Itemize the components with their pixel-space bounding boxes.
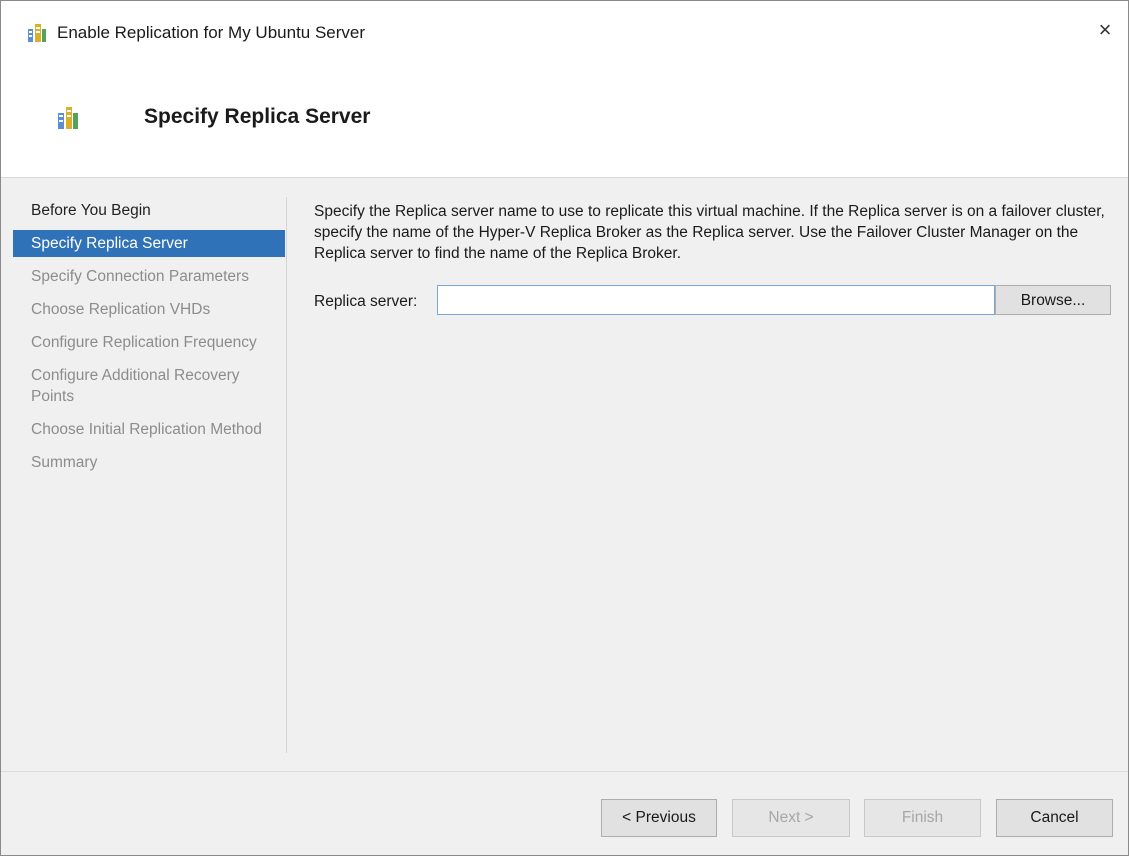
- replication-app-icon: [27, 23, 47, 43]
- page-title: Specify Replica Server: [144, 105, 371, 128]
- cancel-button[interactable]: Cancel: [996, 799, 1113, 837]
- replica-server-input[interactable]: [437, 285, 995, 315]
- nav-step-specify-replica-server[interactable]: Specify Replica Server: [13, 230, 285, 257]
- previous-button[interactable]: < Previous: [601, 799, 717, 837]
- window-title: Enable Replication for My Ubuntu Server: [57, 23, 366, 42]
- wizard-window: Enable Replication for My Ubuntu Server …: [0, 0, 1129, 856]
- next-button[interactable]: Next >: [732, 799, 850, 837]
- title-bar: Enable Replication for My Ubuntu Server …: [1, 1, 1128, 69]
- page-header: Specify Replica Server: [1, 69, 1128, 178]
- finish-button[interactable]: Finish: [864, 799, 981, 837]
- nav-step-choose-initial-replication-method[interactable]: Choose Initial Replication Method: [13, 416, 285, 443]
- replica-server-row: Replica server: Browse...: [314, 285, 1114, 317]
- nav-step-configure-replication-frequency[interactable]: Configure Replication Frequency: [13, 329, 285, 356]
- main-content: Specify the Replica server name to use t…: [314, 201, 1111, 315]
- wizard-steps-nav: Before You Begin Specify Replica Server …: [13, 197, 285, 482]
- nav-step-specify-connection-parameters[interactable]: Specify Connection Parameters: [13, 263, 285, 290]
- nav-divider: [286, 197, 287, 753]
- step-description: Specify the Replica server name to use t…: [314, 203, 1105, 262]
- close-icon: ×: [1098, 17, 1112, 42]
- replication-server-icon: [57, 106, 79, 130]
- replica-server-label: Replica server:: [314, 293, 418, 310]
- nav-step-summary[interactable]: Summary: [13, 449, 285, 476]
- nav-step-configure-additional-recovery-points[interactable]: Configure Additional Recovery Points: [13, 362, 285, 410]
- browse-button[interactable]: Browse...: [995, 285, 1111, 315]
- close-button[interactable]: ×: [1090, 15, 1120, 45]
- footer-divider: [1, 771, 1128, 772]
- nav-step-choose-replication-vhds[interactable]: Choose Replication VHDs: [13, 296, 285, 323]
- nav-step-before-you-begin[interactable]: Before You Begin: [13, 197, 285, 224]
